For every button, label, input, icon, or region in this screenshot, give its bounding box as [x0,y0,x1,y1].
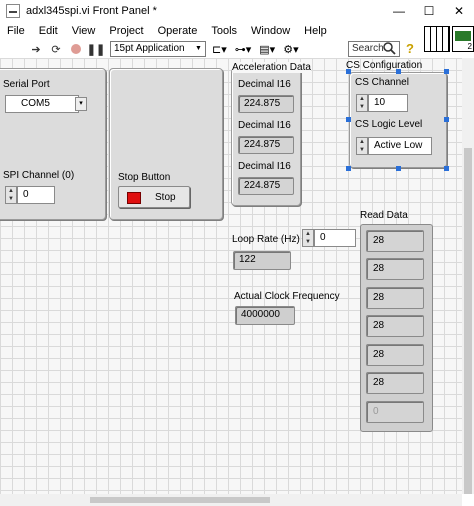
cs-configuration-label: CS Configuration [346,60,423,71]
align-objects-icon[interactable]: ⊏▾ [210,41,229,57]
close-button[interactable]: ✕ [444,0,474,22]
read-data-element: 28 [366,372,424,394]
accel-z-label: Decimal I16 [238,161,291,172]
serial-port-dropdown-icon[interactable]: ▾ [75,97,87,111]
minimize-button[interactable]: — [384,0,414,22]
stop-cluster: Stop Button Stop [109,68,223,220]
menu-edit[interactable]: Edit [32,25,65,37]
read-data-element: 0 [366,401,424,423]
cs-channel-spinner-icon[interactable]: ▲ ▼ [356,94,368,112]
selection-handle[interactable] [444,166,449,171]
front-panel: Serial Port COM5 ▾ SPI Channel (0) ▲ ▼ 0 … [0,58,462,494]
menu-view[interactable]: View [65,25,103,37]
selection-handle[interactable] [346,166,351,171]
read-data-array: 28 28 28 28 28 28 0 [360,224,433,432]
vi-app-icon [6,4,20,18]
menu-bar: File Edit View Project Operate Tools Win… [0,22,474,40]
menu-help[interactable]: Help [297,25,334,37]
cs-logic-level-label: CS Logic Level [355,119,423,130]
connector-pane-icon[interactable] [424,26,450,52]
menu-file[interactable]: File [0,25,32,37]
acceleration-data-label: Acceleration Data [232,62,311,73]
cs-logic-level-select[interactable]: Active Low [368,137,432,155]
resize-objects-icon[interactable]: ▤▾ [257,41,277,57]
menu-window[interactable]: Window [244,25,297,37]
loop-rate-label: Loop Rate (Hz) [232,234,300,245]
spi-channel-spinner-icon[interactable]: ▲ ▼ [5,186,17,204]
serial-port-label: Serial Port [3,79,50,90]
horizontal-scrollbar[interactable] [0,494,462,506]
accel-z-indicator: 224.875 [238,177,294,195]
abort-icon[interactable] [68,41,84,57]
vertical-scrollbar[interactable] [462,58,474,494]
read-data-element: 28 [366,344,424,366]
selection-handle[interactable] [346,117,351,122]
cs-channel-label: CS Channel [355,77,409,88]
accel-x-label: Decimal I16 [238,79,291,90]
chevron-down-icon: ▼ [195,45,202,52]
vertical-scroll-thumb[interactable] [464,148,472,494]
read-data-element: 28 [366,287,424,309]
acceleration-cluster: Acceleration Data Decimal I16 224.875 De… [231,62,311,206]
maximize-button[interactable]: ☐ [414,0,444,22]
window-title: adxl345spi.vi Front Panel * [26,5,157,17]
run-continuously-icon[interactable]: ⟳ [48,41,64,57]
vi-icon-number: 2 [467,42,472,51]
selection-handle[interactable] [396,166,401,171]
font-selector[interactable]: 15pt Application Font ▼ [110,41,206,68]
menu-tools[interactable]: Tools [204,25,244,37]
menu-operate[interactable]: Operate [151,25,205,37]
reorder-icon[interactable]: ⚙▾ [281,41,300,57]
selection-handle[interactable] [396,69,401,74]
cs-channel-input[interactable]: 10 [368,94,408,112]
loop-rate-spinner-icon[interactable]: ▲ ▼ [302,229,314,247]
run-arrow-icon[interactable]: ➔ [28,41,44,57]
spi-channel-label: SPI Channel (0) [3,170,75,181]
accel-y-indicator: 224.875 [238,136,294,154]
serial-port-select[interactable]: COM5 [5,95,79,113]
stop-button-text: Stop [155,192,176,203]
stop-led-icon [127,192,141,204]
loop-rate-input[interactable]: 0 [314,229,356,247]
vi-icon-screen [455,31,471,41]
cs-logic-spinner-icon[interactable]: ▲ ▼ [356,137,368,155]
read-data-element: 28 [366,230,424,252]
selection-handle[interactable] [444,69,449,74]
search-icon[interactable] [382,41,396,55]
cs-config-cluster[interactable]: CS Channel ▲ ▼ 10 CS Logic Level ▲ ▼ Activ… [349,72,447,168]
accel-y-label: Decimal I16 [238,120,291,131]
clock-frequency-indicator: 4000000 [235,306,295,325]
accel-x-indicator: 224.875 [238,95,294,113]
read-data-label: Read Data [360,210,408,221]
serial-cluster: Serial Port COM5 ▾ SPI Channel (0) ▲ ▼ 0 [0,68,106,220]
title-bar: adxl345spi.vi Front Panel * — ☐ ✕ [0,0,474,22]
loop-rate-indicator: 122 [233,251,291,270]
read-data-element: 28 [366,315,424,337]
distribute-objects-icon[interactable]: ⊶▾ [233,41,254,57]
stop-button-label: Stop Button [118,172,171,183]
selection-handle[interactable] [444,117,449,122]
context-help-icon[interactable]: ? [406,41,414,56]
horizontal-scroll-thumb[interactable] [90,497,270,503]
serial-port-value: COM5 [21,98,50,109]
selection-handle[interactable] [346,69,351,74]
stop-button[interactable]: Stop [118,186,190,208]
read-data-element: 28 [366,258,424,280]
spi-channel-input[interactable]: 0 [17,186,55,204]
vi-icon[interactable]: 2 [452,26,474,52]
clock-frequency-label: Actual Clock Frequency [234,291,340,302]
menu-project[interactable]: Project [102,25,150,37]
toolbar: ➔ ⟳ ❚❚ 15pt Application Font ▼ ⊏▾ ⊶▾ ▤▾ … [0,40,474,68]
pause-icon[interactable]: ❚❚ [87,41,105,57]
